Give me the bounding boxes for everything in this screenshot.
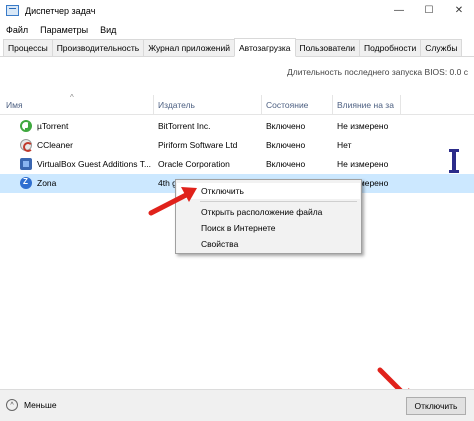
column-divider[interactable] bbox=[153, 95, 154, 114]
menu-options[interactable]: Параметры bbox=[34, 25, 94, 35]
row-impact: Не измерено bbox=[337, 159, 389, 169]
tab-details[interactable]: Подробности bbox=[359, 39, 422, 56]
context-menu-divider bbox=[200, 201, 357, 202]
tab-users[interactable]: Пользователи bbox=[294, 39, 361, 56]
table-row[interactable]: µTorrent BitTorrent Inc. Включено Не изм… bbox=[0, 117, 474, 136]
fewer-details-toggle[interactable]: ^ Меньше bbox=[6, 399, 57, 411]
row-impact: Не измерено bbox=[337, 121, 389, 131]
menu-file[interactable]: Файл bbox=[0, 25, 34, 35]
row-name: VirtualBox Guest Additions T... bbox=[37, 159, 152, 169]
column-divider[interactable] bbox=[400, 95, 401, 114]
task-manager-icon bbox=[6, 5, 19, 16]
chevron-up-icon: ^ bbox=[6, 399, 18, 411]
row-publisher: Oracle Corporation bbox=[158, 159, 230, 169]
tab-startup[interactable]: Автозагрузка bbox=[233, 38, 296, 57]
column-status[interactable]: Состояние bbox=[266, 100, 308, 110]
context-menu-open-location[interactable]: Открыть расположение файла bbox=[177, 204, 360, 220]
text-cursor-icon bbox=[449, 149, 459, 173]
table-row[interactable]: CCleaner Piriform Software Ltd Включено … bbox=[0, 136, 474, 155]
fewer-details-label: Меньше bbox=[24, 400, 57, 410]
column-divider[interactable] bbox=[261, 95, 262, 114]
row-publisher: BitTorrent Inc. bbox=[158, 121, 211, 131]
row-name: CCleaner bbox=[37, 140, 73, 150]
table-row[interactable]: VirtualBox Guest Additions T... Oracle C… bbox=[0, 155, 474, 174]
minimize-button[interactable]: — bbox=[384, 0, 414, 21]
utorrent-icon bbox=[20, 120, 32, 132]
window-controls: — ☐ ✕ bbox=[384, 0, 474, 21]
tab-bar: Процессы Производительность Журнал прило… bbox=[0, 38, 474, 57]
context-menu: Отключить Открыть расположение файла Пои… bbox=[175, 179, 362, 254]
maximize-button[interactable]: ☐ bbox=[414, 0, 444, 21]
row-publisher: Piriform Software Ltd bbox=[158, 140, 238, 150]
tab-services[interactable]: Службы bbox=[420, 39, 463, 56]
context-menu-properties[interactable]: Свойства bbox=[177, 236, 360, 252]
window-title: Диспетчер задач bbox=[25, 5, 96, 16]
close-button[interactable]: ✕ bbox=[444, 0, 474, 21]
column-publisher[interactable]: Издатель bbox=[158, 100, 195, 110]
bios-duration: Длительность последнего запуска BIOS: 0.… bbox=[286, 67, 468, 77]
tab-app-history[interactable]: Журнал приложений bbox=[143, 39, 235, 56]
row-name: µTorrent bbox=[37, 121, 69, 131]
column-impact[interactable]: Влияние на за bbox=[337, 100, 394, 110]
virtualbox-icon bbox=[20, 158, 32, 170]
table-header: ^ Имя Издатель Состояние Влияние на за bbox=[0, 93, 474, 115]
column-divider[interactable] bbox=[332, 95, 333, 114]
row-name: Zona bbox=[37, 178, 57, 188]
row-status: Включено bbox=[266, 121, 306, 131]
row-impact: Нет bbox=[337, 140, 352, 150]
title-bar: Диспетчер задач — ☐ ✕ bbox=[0, 0, 474, 21]
row-status: Включено bbox=[266, 140, 306, 150]
ccleaner-icon bbox=[20, 139, 33, 152]
row-status: Включено bbox=[266, 159, 306, 169]
menu-view[interactable]: Вид bbox=[94, 25, 122, 35]
footer-bar: ^ Меньше Отключить bbox=[0, 389, 474, 421]
tab-performance[interactable]: Производительность bbox=[51, 39, 145, 56]
disable-button[interactable]: Отключить bbox=[406, 397, 466, 415]
sort-ascending-icon: ^ bbox=[70, 93, 74, 102]
context-menu-search-online[interactable]: Поиск в Интернете bbox=[177, 220, 360, 236]
menu-bar: Файл Параметры Вид bbox=[0, 21, 474, 38]
tab-processes[interactable]: Процессы bbox=[3, 39, 53, 56]
context-menu-disable[interactable]: Отключить bbox=[177, 183, 360, 199]
zona-icon bbox=[20, 177, 32, 189]
column-name[interactable]: Имя bbox=[6, 100, 23, 110]
